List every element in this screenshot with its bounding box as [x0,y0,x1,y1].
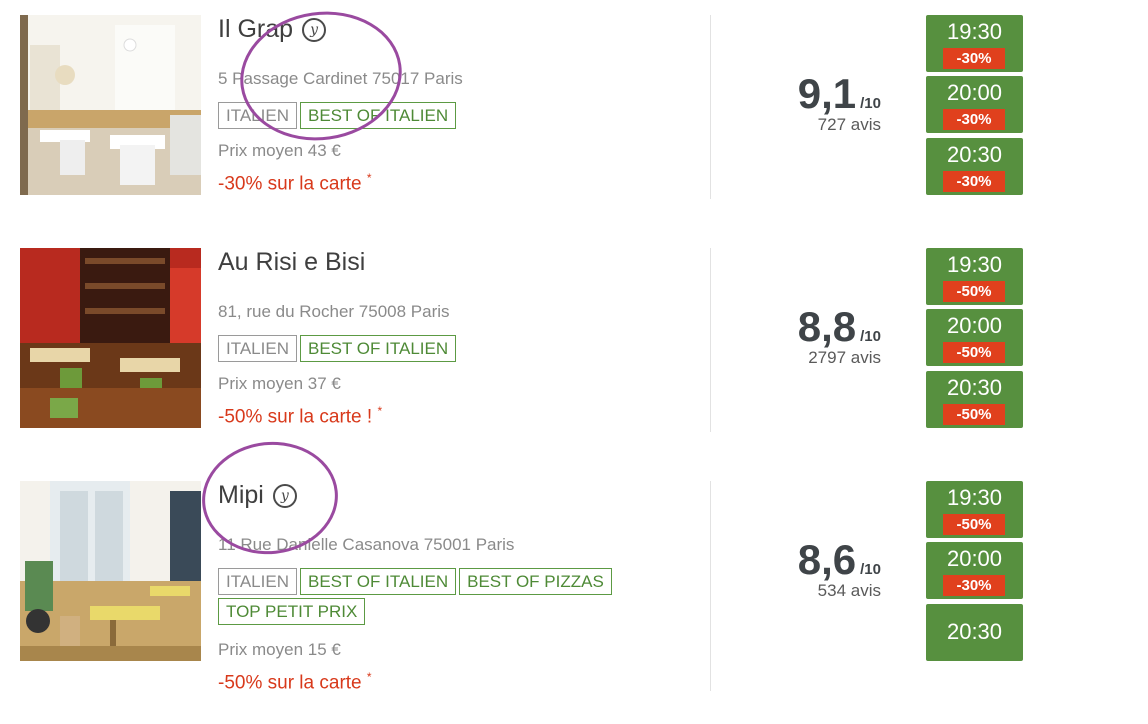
restaurant-photo[interactable] [20,481,201,661]
slot-discount: -30% [943,48,1005,69]
slot-discount: -30% [943,109,1005,130]
slot-time: 20:00 [946,313,1003,338]
tag-italien[interactable]: ITALIEN [218,335,297,362]
rating-block: 9,1/10 727 avis [700,70,881,135]
time-slot-button[interactable]: 20:30 [926,604,1023,661]
slot-discount: -50% [943,404,1005,425]
restaurant-name-text[interactable]: Mipi [218,481,264,510]
rating-score: 8,6 [797,536,857,583]
rating-block: 8,8/10 2797 avis [700,303,881,368]
promo-asterisk: * [366,171,372,185]
tag-top-petit-prix[interactable]: TOP PETIT PRIX [218,598,366,625]
tag-italien[interactable]: ITALIEN [218,568,297,595]
restaurant-name[interactable]: Au Risi e Bisi [218,248,365,277]
time-slot-button[interactable]: 20:00 -50% [926,309,1023,366]
promo-offer: -30% sur la carte * [218,171,372,195]
rating-scale: /10 [860,328,881,345]
restaurant-card[interactable]: Mipi y 11 Rue Danielle Casanova 75001 Pa… [0,481,1148,711]
time-slot-button[interactable]: 20:00 -30% [926,542,1023,599]
slot-time: 20:30 [946,619,1003,644]
promo-asterisk: * [377,404,383,418]
slot-discount: -30% [943,171,1005,192]
review-count[interactable]: 727 avis [700,115,881,135]
tag-best-of-italien[interactable]: BEST OF ITALIEN [299,102,457,129]
slot-discount: -50% [943,281,1005,302]
review-count[interactable]: 534 avis [700,581,881,601]
time-slot-button[interactable]: 20:00 -30% [926,76,1023,133]
average-price: Prix moyen 15 € [218,640,341,659]
tag-italien[interactable]: ITALIEN [218,102,297,129]
review-count[interactable]: 2797 avis [700,348,881,368]
average-price: Prix moyen 37 € [218,374,341,393]
restaurant-name-text[interactable]: Il Grap [218,15,293,44]
rating-score: 8,8 [797,303,857,350]
tag-list: ITALIEN BEST OF ITALIEN [218,102,678,129]
slot-time: 20:00 [946,80,1003,105]
tag-best-of-italien[interactable]: BEST OF ITALIEN [299,568,457,595]
restaurant-address: 81, rue du Rocher 75008 Paris [218,302,450,321]
tag-best-of-italien[interactable]: BEST OF ITALIEN [299,335,457,362]
rating-score: 9,1 [797,70,857,117]
time-slot-button[interactable]: 19:30 -30% [926,15,1023,72]
restaurant-card[interactable]: Il Grap y 5 Passage Cardinet 75017 Paris… [0,15,1148,235]
rating-block: 8,6/10 534 avis [700,536,881,601]
promo-text: -50% sur la carte [218,672,362,694]
tag-list: ITALIEN BEST OF ITALIEN BEST OF PIZZAS T… [218,568,678,625]
promo-text: -50% sur la carte ! [218,406,373,428]
yums-icon: y [302,17,327,42]
time-slot-button[interactable]: 19:30 -50% [926,481,1023,538]
rating-scale: /10 [860,561,881,578]
time-slot-button[interactable]: 19:30 -50% [926,248,1023,305]
restaurant-address: 5 Passage Cardinet 75017 Paris [218,69,463,88]
restaurant-photo[interactable] [20,248,201,428]
tag-list: ITALIEN BEST OF ITALIEN [218,335,678,362]
promo-asterisk: * [366,670,372,684]
restaurant-card[interactable]: Au Risi e Bisi 81, rue du Rocher 75008 P… [0,248,1148,468]
promo-text: -30% sur la carte [218,173,362,195]
slot-time: 20:30 [946,142,1003,167]
slot-discount: -50% [943,342,1005,363]
average-price: Prix moyen 43 € [218,141,341,160]
slot-time: 20:00 [946,546,1003,571]
slot-discount: -30% [943,575,1005,596]
restaurant-address: 11 Rue Danielle Casanova 75001 Paris [218,535,515,554]
rating-scale: /10 [860,95,881,112]
slot-time: 20:30 [946,375,1003,400]
restaurant-name-text[interactable]: Au Risi e Bisi [218,248,365,277]
slot-discount: -50% [943,514,1005,535]
promo-offer: -50% sur la carte * [218,670,372,694]
time-slot-button[interactable]: 20:30 -30% [926,138,1023,195]
restaurant-name[interactable]: Il Grap y [218,15,327,44]
slot-time: 19:30 [946,485,1003,510]
slot-time: 19:30 [946,252,1003,277]
yums-icon: y [272,483,297,508]
promo-offer: -50% sur la carte ! * [218,404,382,428]
restaurant-name[interactable]: Mipi y [218,481,297,510]
tag-best-of-pizzas[interactable]: BEST OF PIZZAS [459,568,612,595]
time-slot-button[interactable]: 20:30 -50% [926,371,1023,428]
slot-time: 19:30 [946,19,1003,44]
restaurant-photo[interactable] [20,15,201,195]
